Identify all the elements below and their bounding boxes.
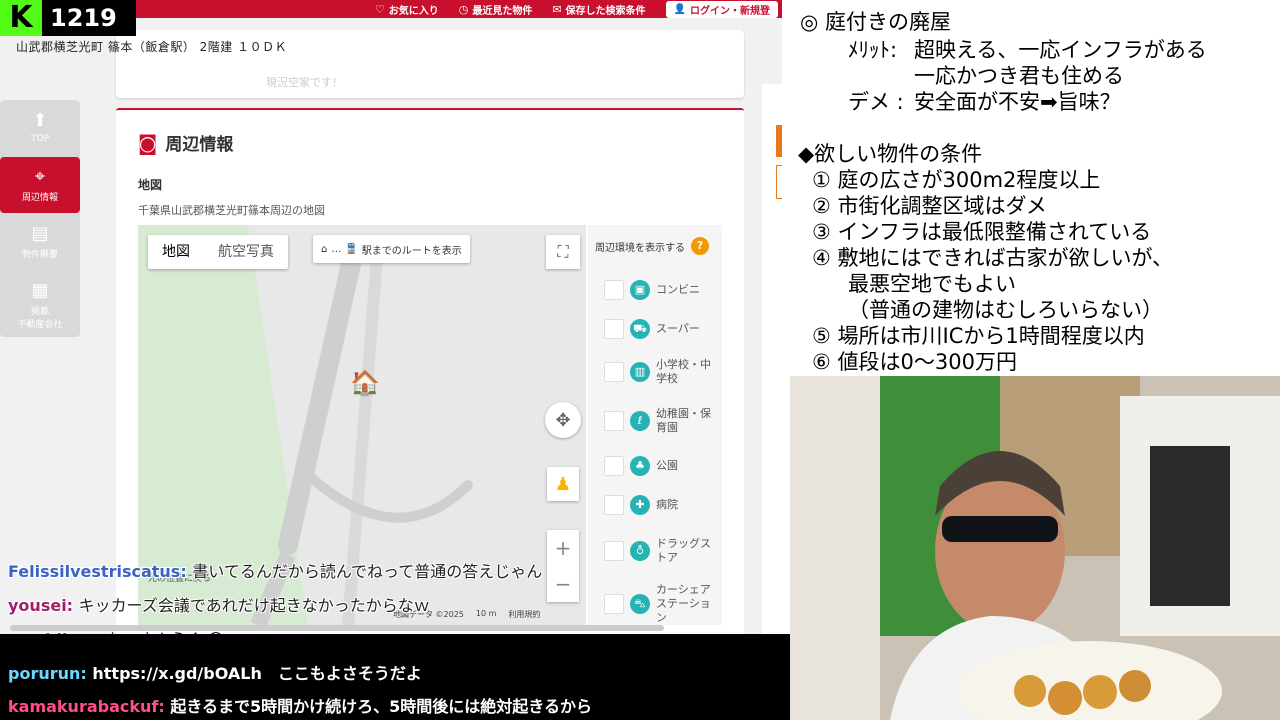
env-item-school[interactable]: ▥ 小学校・中学校 — [604, 358, 722, 386]
map-marker-icon: ◙ — [138, 130, 158, 155]
zoom-out-button[interactable]: − — [547, 566, 579, 602]
map-type-map[interactable]: 地図 — [148, 235, 204, 269]
section-title: ◙ 周辺情報 — [138, 130, 234, 156]
recent-link[interactable]: ◷ 最近見た物件 — [459, 2, 533, 17]
terms-link[interactable]: 利用規約 — [508, 609, 540, 620]
train-icon: 🚆 — [345, 243, 358, 255]
env-item-carshare[interactable]: ⛍ カーシェアステーション — [604, 583, 722, 625]
building-icon: ▦ — [31, 280, 49, 301]
env-item-convenience[interactable]: ▣ コンビニ — [604, 280, 722, 300]
checkbox[interactable] — [604, 594, 624, 614]
help-icon[interactable]: ? — [691, 237, 709, 255]
saved-search-link[interactable]: ✉ 保存した検索条件 — [552, 2, 645, 17]
merit-label: ﾒﾘｯﾄ: — [848, 38, 898, 62]
zoom-in-button[interactable]: + — [547, 530, 579, 566]
login-button[interactable]: 👤 ログイン・新規登 — [665, 0, 778, 18]
env-item-hospital[interactable]: ✚ 病院 — [604, 495, 722, 515]
side-nav-overview[interactable]: ▤ 物件概要 — [0, 214, 80, 270]
kick-logo-icon: K — [0, 0, 42, 36]
carshare-icon: ⛍ — [630, 594, 650, 614]
kindergarten-icon: ℓ — [630, 411, 650, 431]
chat-message: porurun: https://x.gd/bOALh ここもよさそうだよ — [8, 664, 422, 683]
notes-heading: ◎ 庭付きの廃屋 — [800, 10, 951, 34]
supermarket-icon: ⛟ — [630, 319, 650, 339]
stream-layout: ♡ お気に入り ◷ 最近見た物件 ✉ 保存した検索条件 👤 ログイン・新規登 現況空家で… — [0, 0, 1280, 720]
checkbox[interactable] — [604, 495, 624, 515]
house-marker-icon[interactable]: 🏠 — [350, 369, 380, 397]
env-item-kindergarten[interactable]: ℓ 幼稚園・保育園 — [604, 407, 722, 435]
webcam-image — [790, 376, 1280, 720]
contact-button-edge[interactable] — [776, 125, 782, 157]
environment-panel: 周辺環境を表示する ? ▣ コンビニ ⛟ スーパー ▥ 小学校・中学校 ℓ 幼稚園・保育… — [588, 225, 722, 625]
map-type-satellite[interactable]: 航空写真 — [204, 235, 288, 269]
checkbox[interactable] — [604, 456, 624, 476]
side-nav-agency[interactable]: ▦ 掲載 不動産会社 — [0, 276, 80, 336]
viewer-count: 1219 — [50, 4, 117, 32]
convenience-icon: ▣ — [630, 280, 650, 300]
checkbox[interactable] — [604, 541, 624, 561]
park-icon: ♣ — [630, 456, 650, 476]
env-item-drugstore[interactable]: ♁ ドラッグストア — [604, 537, 722, 565]
bookmark-icon: ✉ — [552, 2, 562, 16]
arrow-up-icon: ⬆ — [32, 110, 48, 131]
env-item-park[interactable]: ♣ 公園 — [604, 456, 722, 476]
checkbox[interactable] — [604, 280, 624, 300]
zoom-control: + − — [547, 530, 579, 602]
checkbox[interactable] — [604, 319, 624, 339]
drugstore-icon: ♁ — [630, 541, 650, 561]
checkbox[interactable] — [604, 362, 624, 382]
property-address: 山武郡横芝光町 篠本（飯倉駅） 2階建 １０ＤＫ — [16, 40, 288, 54]
condition-item: ⑥ 値段は0～300万円 — [812, 350, 1017, 374]
side-nav-surroundings[interactable]: ⌖ 周辺情報 — [0, 157, 80, 213]
recenter-button[interactable]: ✥ — [545, 402, 581, 438]
checkbox[interactable] — [604, 411, 624, 431]
document-icon: ▤ — [31, 222, 49, 244]
chat-message: kamakurabackuf: 起きるまで5時間かけ続けろ、5時間後には絶対起き… — [8, 697, 592, 716]
map-type-toggle: 地図 航空写真 — [148, 235, 288, 269]
notes-panel: ◎ 庭付きの廃屋 ﾒﾘｯﾄ: 超映える、一応インフラがある 一応かつき君も住める… — [790, 0, 1280, 376]
fullscreen-button[interactable]: ⛶ — [546, 235, 580, 269]
chat-message: yousei: キッカーズ会議であれだけ起きなかったからなｗ — [8, 596, 430, 615]
home-icon: ⌂ — [321, 243, 328, 255]
favorites-link[interactable]: ♡ お気に入り — [375, 2, 439, 17]
pegman-icon: ♟ — [554, 473, 572, 495]
environment-title: 周辺環境を表示する ? — [595, 237, 709, 255]
env-item-supermarket[interactable]: ⛟ スーパー — [604, 319, 722, 339]
compass-icon: ✥ — [555, 409, 571, 431]
viewer-counter: K 1219 — [0, 0, 136, 36]
heart-icon: ♡ — [374, 2, 385, 16]
map-pin-icon: ⌖ — [34, 165, 46, 187]
street-view-button[interactable]: ♟ — [547, 467, 579, 501]
comment-text: 現況空家です！ — [266, 76, 343, 89]
fullscreen-icon: ⛶ — [557, 242, 569, 261]
chat-message: Felissilvestriscatus: 書いてるんだから読んでねって普通の答… — [8, 562, 543, 581]
side-nav-top[interactable]: ⬆ TOP — [0, 100, 80, 156]
secondary-button-edge[interactable] — [776, 165, 782, 199]
side-nav: ⬆ TOP ⌖ 周辺情報 ▤ 物件概要 ▦ 掲載 不動産会社 — [0, 100, 80, 337]
demerit: 安全面が不安➡旨味？ — [914, 90, 1121, 114]
demerit-label: デメ : — [848, 90, 904, 114]
clock-icon: ◷ — [458, 2, 469, 16]
map-subtitle: 千葉県山武郡横芝光町篠本周辺の地図 — [138, 204, 325, 217]
hospital-icon: ✚ — [630, 495, 650, 515]
map-label: 地図 — [138, 178, 163, 192]
browser-page: ♡ お気に入り ◷ 最近見た物件 ✉ 保存した検索条件 👤 ログイン・新規登 現況空家で… — [0, 0, 782, 634]
school-icon: ▥ — [630, 362, 650, 382]
user-icon: 👤 — [673, 3, 686, 15]
webcam-feed — [790, 376, 1280, 720]
route-button[interactable]: ⌂… 🚆 駅までのルートを表示 — [313, 235, 470, 263]
